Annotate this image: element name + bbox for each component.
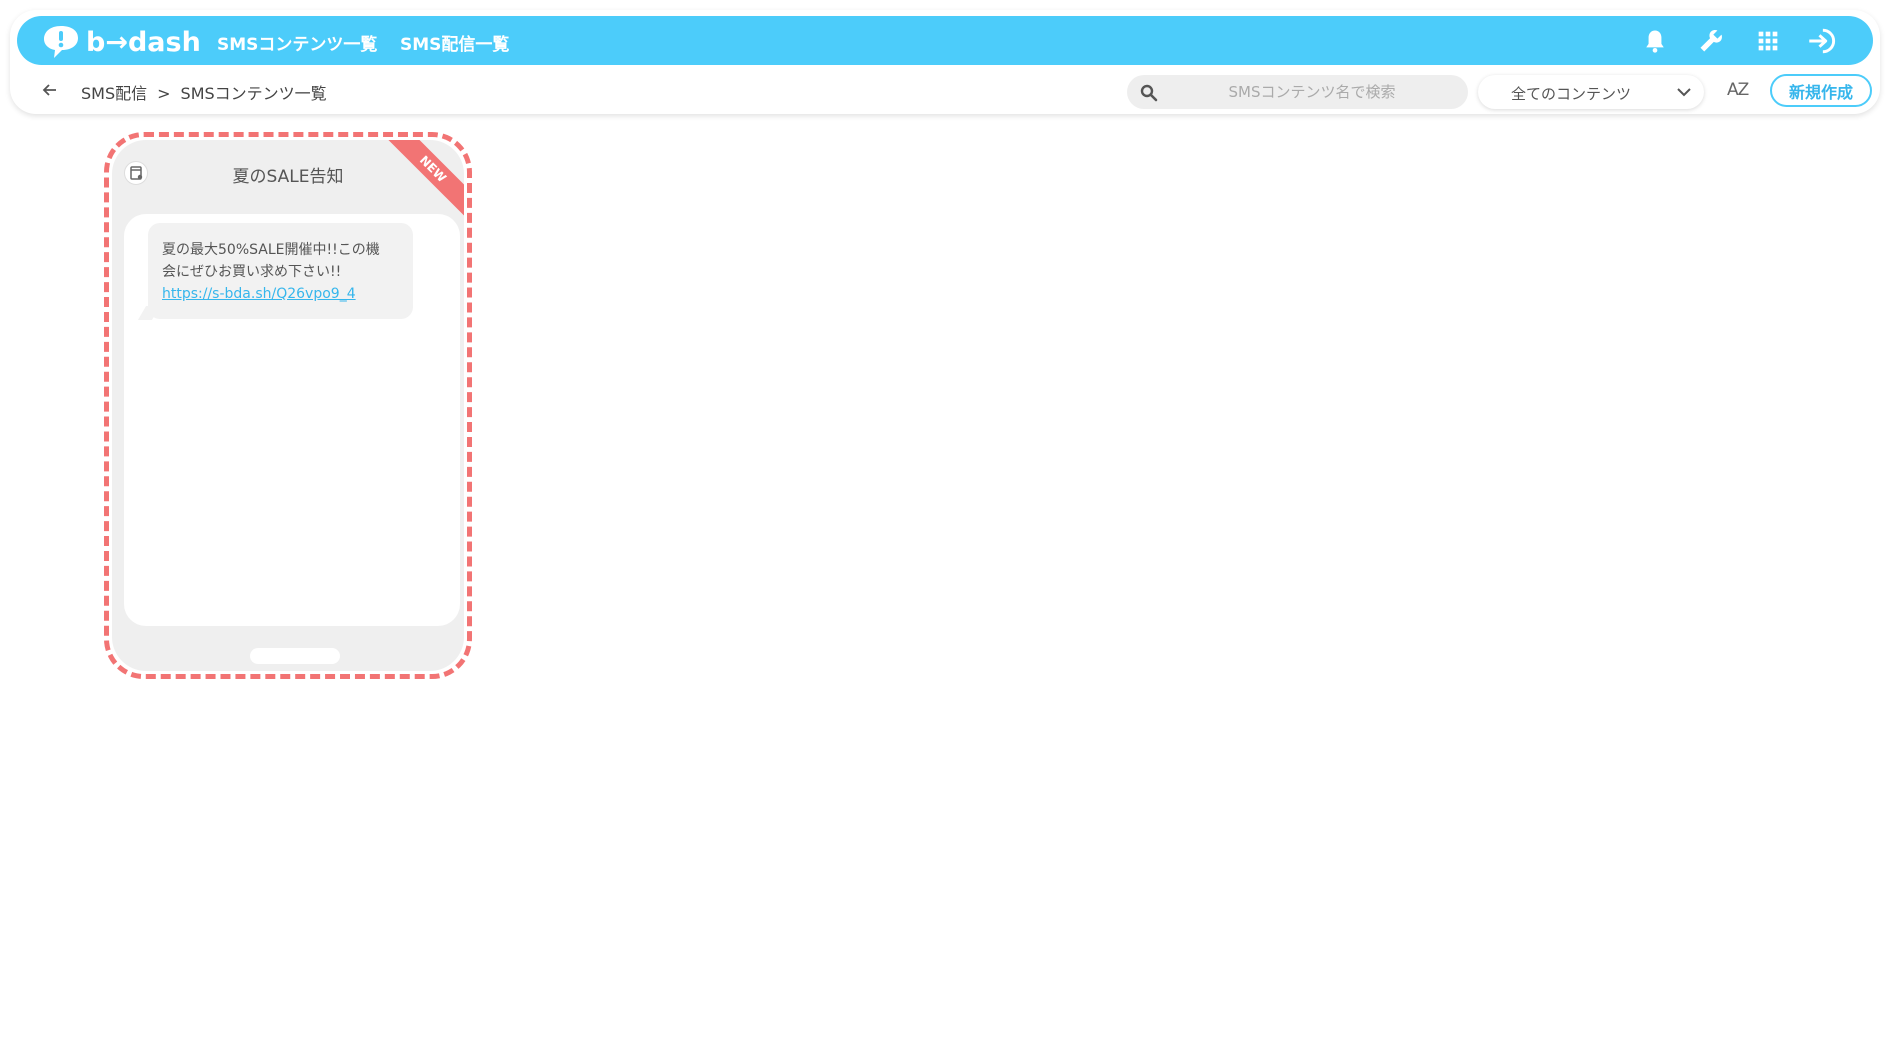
search-icon: [1140, 84, 1158, 102]
chevron-down-icon: [1677, 88, 1691, 97]
phone-frame: NEW 夏のSALE告知 夏の最大50%SALE開催中!!この機 会にぜひお買い…: [112, 140, 464, 671]
phone-screen: 夏の最大50%SALE開催中!!この機 会にぜひお買い求め下さい!! https…: [124, 214, 460, 626]
sort-az-button[interactable]: AZ: [1727, 80, 1749, 100]
top-navigation-bar: b→dash SMSコンテンツ一覧 SMS配信一覧: [17, 16, 1873, 65]
wrench-icon[interactable]: [1697, 27, 1725, 55]
bell-icon[interactable]: [1641, 27, 1669, 55]
logo-mark-icon: [44, 26, 78, 58]
filter-selected-label: 全てのコンテンツ: [1510, 85, 1631, 103]
message-link[interactable]: https://s-bda.sh/Q26vpo9_4: [162, 283, 399, 305]
apps-grid-icon[interactable]: [1754, 27, 1782, 55]
breadcrumb-parent[interactable]: SMS配信: [81, 84, 147, 103]
nav-sms-deliveries[interactable]: SMS配信一覧: [400, 30, 509, 55]
breadcrumb-current: SMSコンテンツ一覧: [180, 84, 327, 103]
nav-sms-contents[interactable]: SMSコンテンツ一覧: [217, 30, 377, 55]
header: b→dash SMSコンテンツ一覧 SMS配信一覧 SMS配信 > SMSコンテンツ…: [10, 10, 1880, 114]
card-title: 夏のSALE告知: [232, 167, 344, 187]
sms-content-card[interactable]: NEW 夏のSALE告知 夏の最大50%SALE開催中!!この機 会にぜひお買い…: [104, 132, 472, 679]
message-line-1: 夏の最大50%SALE開催中!!この機: [162, 242, 380, 258]
logo-text: b→dash: [86, 26, 201, 58]
back-arrow-icon[interactable]: [40, 80, 60, 100]
search-input[interactable]: [1167, 75, 1457, 109]
new-content-button[interactable]: 新規作成: [1770, 74, 1872, 107]
breadcrumb: SMS配信 > SMSコンテンツ一覧: [81, 80, 327, 104]
message-bubble: 夏の最大50%SALE開催中!!この機 会にぜひお買い求め下さい!! https…: [148, 223, 413, 319]
breadcrumb-separator: >: [157, 84, 171, 103]
search-box: [1127, 75, 1468, 109]
logout-icon[interactable]: [1807, 27, 1841, 55]
content-filter-select[interactable]: 全てのコンテンツ: [1478, 75, 1704, 109]
logo[interactable]: b→dash: [41, 24, 201, 60]
message-line-2: 会にぜひお買い求め下さい!!: [162, 264, 342, 280]
phone-home-bar: [250, 648, 340, 664]
